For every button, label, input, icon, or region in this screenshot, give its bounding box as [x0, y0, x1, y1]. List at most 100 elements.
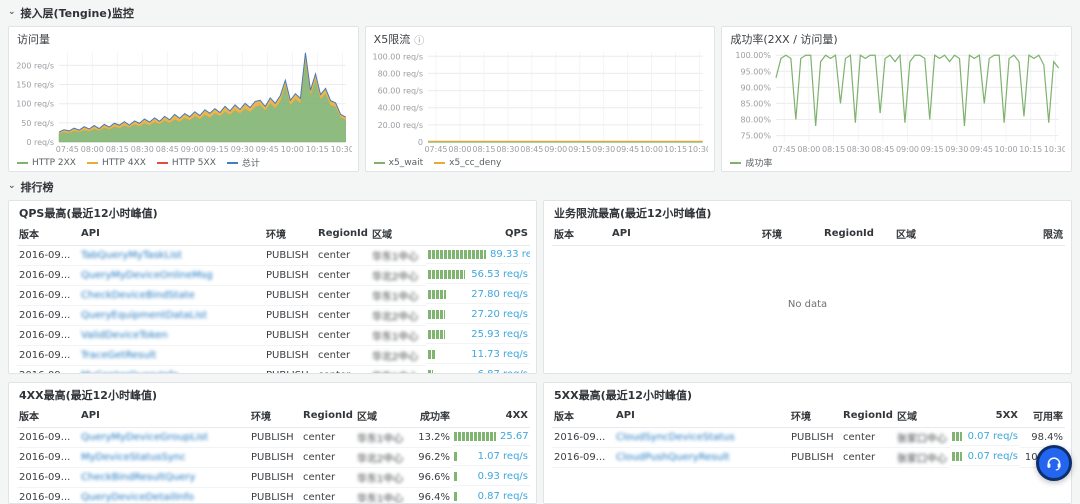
- column-header-env[interactable]: 环境: [264, 221, 316, 246]
- cell-value: 56.53 req/s: [426, 266, 530, 284]
- svg-text:10:00: 10:00: [281, 145, 304, 154]
- column-header-region_id[interactable]: RegionId: [822, 221, 894, 246]
- api-link[interactable]: CloudPushQueryResult: [616, 452, 730, 463]
- api-link[interactable]: TraceGetResult: [81, 350, 156, 361]
- panel-x5: X5限流 ⓘ 07:4508:0008:1508:3008:4509:0009:…: [365, 26, 716, 172]
- api-link[interactable]: QueryMyDeviceOnlineMsg: [81, 270, 213, 281]
- cell-region_id: center: [316, 266, 370, 286]
- legend-item[interactable]: 总计: [227, 156, 260, 169]
- table-row: 2016-09...ValidDeviceTokenPUBLISHcenter华…: [17, 326, 530, 346]
- column-header-value[interactable]: 4XX: [452, 403, 530, 428]
- panel-title[interactable]: QPS最高(最近12小时峰值): [17, 206, 528, 221]
- column-header-version[interactable]: 版本: [17, 221, 79, 246]
- column-header-rate[interactable]: 可用率: [1020, 403, 1065, 428]
- column-header-rate[interactable]: 成功率: [407, 403, 452, 428]
- cell-env: PUBLISH: [249, 468, 301, 488]
- redacted-text: 华北2中心: [372, 312, 418, 323]
- api-link[interactable]: ValidDeviceToken: [81, 330, 168, 341]
- column-header-area[interactable]: 区域: [894, 221, 984, 246]
- column-header-area[interactable]: 区域: [355, 403, 407, 428]
- cell-region_id: center: [841, 428, 895, 448]
- legend-item[interactable]: HTTP 2XX: [17, 158, 76, 168]
- cell-api: CloudSyncDeviceStatus: [614, 428, 789, 448]
- panel-title[interactable]: X5限流 ⓘ: [372, 32, 709, 47]
- api-link[interactable]: TabQueryMyTaskList: [81, 250, 182, 261]
- panel-title[interactable]: 成功率(2XX / 访问量): [728, 32, 1065, 47]
- gauge-bar: [952, 432, 962, 441]
- redacted-text: 华东1中心: [372, 332, 418, 343]
- info-icon[interactable]: ⓘ: [414, 32, 424, 47]
- column-header-value[interactable]: 限流: [984, 221, 1065, 246]
- cell-area: 华东1中心: [370, 366, 426, 375]
- column-header-env[interactable]: 环境: [249, 403, 301, 428]
- cell-area: 华东1中心: [370, 326, 426, 346]
- column-header-version[interactable]: 版本: [17, 403, 79, 428]
- redacted-text: 华东1中心: [372, 292, 418, 303]
- api-link[interactable]: MyDeviceStatusSync: [81, 452, 186, 463]
- table-row: 2016-09...TraceGetResultPUBLISHcenter华北2…: [17, 346, 530, 366]
- legend-item[interactable]: HTTP 4XX: [87, 158, 146, 168]
- cell-region_id: center: [841, 448, 895, 468]
- panel-traffic: 访问量 07:4508:0008:1508:3008:4509:0009:150…: [8, 26, 359, 172]
- gauge-bar: [428, 310, 445, 319]
- column-header-region_id[interactable]: RegionId: [841, 403, 895, 428]
- section-ranking[interactable]: ⌄ 排行榜: [8, 180, 1072, 194]
- column-header-value[interactable]: 5XX: [950, 403, 1020, 428]
- svg-text:85.00%: 85.00%: [741, 99, 772, 108]
- cell-api: MyDeviceStatusSync: [79, 448, 249, 468]
- api-link[interactable]: QueryDeviceDetailInfo: [81, 492, 194, 503]
- legend-color-swatch: [730, 162, 741, 164]
- column-header-area[interactable]: 区域: [370, 221, 426, 246]
- panel-title[interactable]: 访问量: [15, 32, 352, 47]
- cell-area: 华北2中心: [370, 346, 426, 366]
- cell-region_id: center: [301, 428, 355, 448]
- svg-text:90.00%: 90.00%: [741, 83, 772, 92]
- svg-text:07:45: 07:45: [773, 145, 796, 154]
- column-header-region_id[interactable]: RegionId: [301, 403, 355, 428]
- redacted-text: 张家口中心: [897, 434, 947, 445]
- column-header-version[interactable]: 版本: [552, 221, 610, 246]
- cell-region_id: center: [316, 326, 370, 346]
- svg-text:0 req/s: 0 req/s: [26, 138, 54, 147]
- panel-title[interactable]: 4XX最高(最近12小时峰值): [17, 388, 528, 403]
- section-tengine[interactable]: ⌄ 接入层(Tengine)监控: [8, 6, 1072, 20]
- column-header-area[interactable]: 区域: [895, 403, 950, 428]
- legend-item[interactable]: x5_cc_deny: [434, 158, 501, 168]
- column-header-region_id[interactable]: RegionId: [316, 221, 370, 246]
- api-link[interactable]: QueryEquipmentDataList: [81, 310, 207, 321]
- api-link[interactable]: CheckDeviceBindState: [81, 290, 195, 301]
- gauge-value: 6.87 req/s: [478, 369, 528, 375]
- column-header-api[interactable]: API: [614, 403, 789, 428]
- table-row: 2016-09...TabQueryMyTaskListPUBLISHcente…: [17, 246, 530, 266]
- cell-area: 张家口中心: [895, 428, 950, 448]
- gauge-value: 25.67 req/s: [500, 431, 530, 442]
- legend-item[interactable]: HTTP 5XX: [157, 158, 216, 168]
- legend-item[interactable]: 成功率: [730, 156, 772, 169]
- success-rate-chart: 07:4508:0008:1508:3008:4509:0009:1509:30…: [728, 47, 1065, 155]
- column-header-env[interactable]: 环境: [789, 403, 841, 428]
- panel-title[interactable]: 5XX最高(最近12小时峰值): [552, 388, 1063, 403]
- column-header-api[interactable]: API: [79, 403, 249, 428]
- api-link[interactable]: QueryMyDeviceGroupList: [81, 432, 208, 443]
- api-link[interactable]: MyCenterQueryInfo: [81, 370, 179, 374]
- api-link[interactable]: CloudSyncDeviceStatus: [616, 432, 735, 443]
- column-header-value[interactable]: QPS: [426, 221, 530, 246]
- svg-text:40.00 req/s: 40.00 req/s: [377, 104, 422, 113]
- api-link[interactable]: CheckBindResultQuery: [81, 472, 195, 483]
- column-header-api[interactable]: API: [79, 221, 264, 246]
- redacted-text: 华北2中心: [357, 454, 403, 465]
- column-header-api[interactable]: API: [610, 221, 760, 246]
- cell-region_id: center: [316, 346, 370, 366]
- support-fab[interactable]: [1036, 445, 1072, 481]
- column-header-env[interactable]: 环境: [760, 221, 822, 246]
- panel-title[interactable]: 业务限流最高(最近12小时峰值): [552, 206, 1063, 221]
- column-header-version[interactable]: 版本: [552, 403, 614, 428]
- legend-item[interactable]: x5_wait: [374, 158, 423, 168]
- redacted-text: 华东1中心: [372, 372, 418, 374]
- svg-text:10:15: 10:15: [664, 145, 687, 154]
- cell-env: PUBLISH: [249, 448, 301, 468]
- svg-text:08:00: 08:00: [81, 145, 104, 154]
- gauge-bar: [428, 270, 465, 279]
- cell-env: PUBLISH: [264, 246, 316, 266]
- redacted-text: 华东1中心: [372, 252, 418, 263]
